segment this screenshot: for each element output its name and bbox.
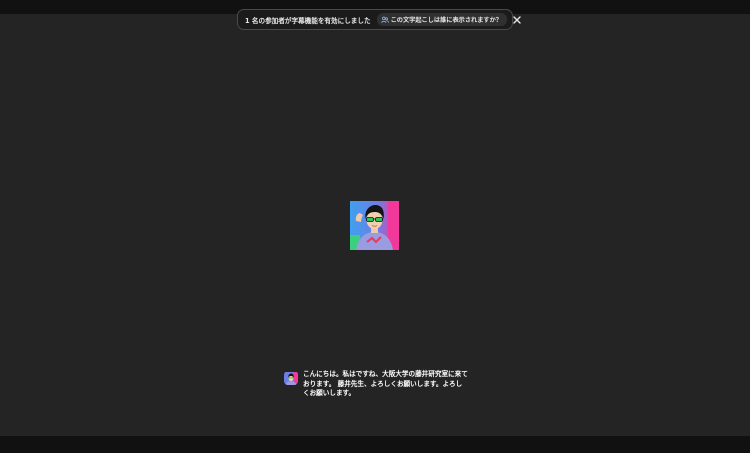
- meeting-stage: 1 名の参加者が字幕機能を有効にしました この文字起こしは誰に表示されますか？: [0, 0, 750, 453]
- who-can-see-transcript-label: この文字起こしは誰に表示されますか？: [390, 17, 502, 24]
- captions-notification-banner: 1 名の参加者が字幕機能を有効にしました この文字起こしは誰に表示されますか？: [237, 9, 521, 30]
- participant-avatar: [350, 201, 399, 250]
- live-caption: こんにちは。私はですね、大阪大学の藤井研究室に来ております。 藤井先生、よろしく…: [284, 370, 470, 399]
- close-banner-button[interactable]: [513, 14, 521, 26]
- bottom-bar: [0, 436, 750, 453]
- people-icon: [380, 16, 389, 23]
- close-icon: [513, 15, 521, 24]
- caption-text: こんにちは。私はですね、大阪大学の藤井研究室に来ております。 藤井先生、よろしく…: [303, 370, 468, 397]
- speaker-avatar: [284, 371, 298, 385]
- who-can-see-transcript-button[interactable]: この文字起こしは誰に表示されますか？: [376, 13, 507, 26]
- captions-enabled-message: 1 名の参加者が字幕機能を有効にしました: [245, 16, 371, 25]
